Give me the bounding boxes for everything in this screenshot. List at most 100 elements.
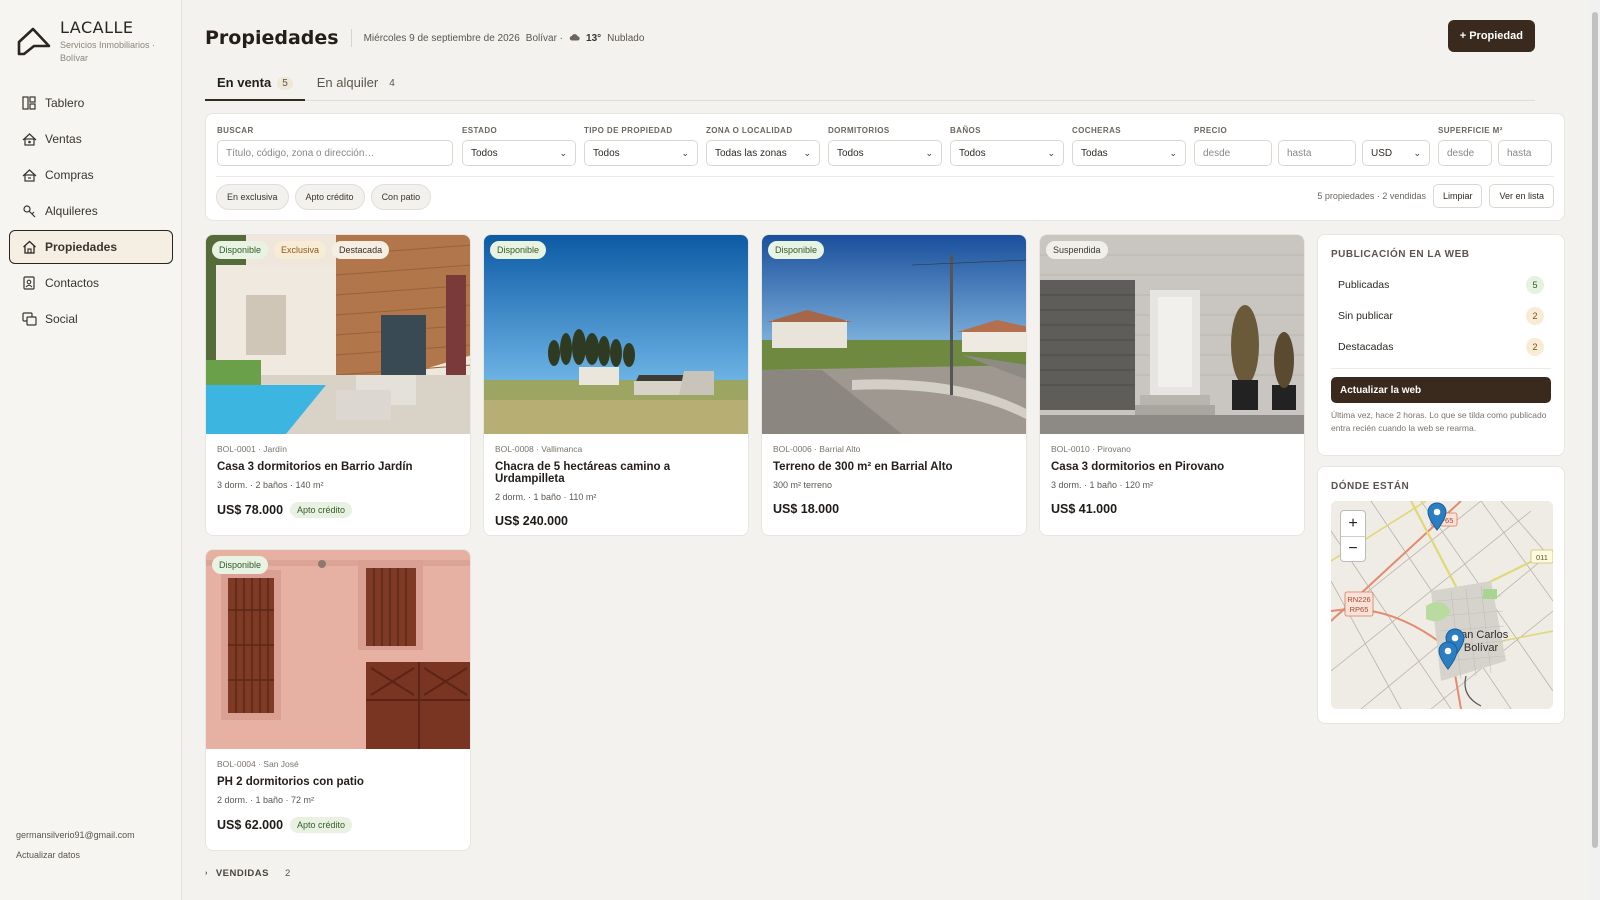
precio-label: PRECIO [1194, 126, 1228, 135]
chip-en-exclusiva[interactable]: En exclusiva [216, 184, 289, 210]
card-body: BOL-0001 · Jardín Casa 3 dormitorios en … [206, 434, 470, 528]
tab-label: En alquiler [316, 75, 379, 90]
banos-value: Todos [959, 147, 986, 159]
chevron-down-icon: ⌄ [681, 147, 689, 158]
property-photo: Disponible [206, 550, 470, 749]
tab-count: 5 [277, 77, 293, 90]
property-card[interactable]: Suspendida BOL-0010 · Pirovano Casa 3 do… [1039, 234, 1305, 536]
tipo-select[interactable]: Todos ⌄ [584, 140, 698, 166]
update-web-button[interactable]: Actualizar la web [1331, 377, 1551, 403]
page-title: Propiedades [205, 27, 339, 49]
update-data-link[interactable]: Actualizar datos [16, 850, 135, 860]
sidebar: LACALLE Servicios Inmobiliarios · Bolíva… [0, 0, 182, 900]
tab-en-venta[interactable]: En venta 5 [205, 70, 305, 101]
area-from-input[interactable]: desde [1438, 140, 1492, 166]
home-icon [21, 239, 37, 255]
chevron-down-icon: ⌄ [1047, 147, 1055, 158]
property-title: Chacra de 5 hectáreas camino a Urdampill… [495, 461, 671, 485]
weather: Nublado [607, 32, 645, 44]
row-label: Destacadas [1338, 340, 1394, 353]
sold-section-toggle[interactable]: › VENDIDAS 2 [205, 868, 291, 879]
zoom-out-button[interactable]: − [1341, 536, 1365, 561]
property-card[interactable]: Disponible BOL-0008 · Vallimanca Chacra … [483, 234, 749, 536]
property-price: US$ 78.000 [217, 503, 284, 517]
web-publication-panel: PUBLICACIÓN EN LA WEB Publicadas 5 Sin p… [1317, 234, 1565, 456]
divider [216, 176, 1554, 177]
property-specs: 300 m² terreno [773, 480, 833, 490]
zona-select[interactable]: Todas las zonas ⌄ [706, 140, 820, 166]
map-panel: DÓNDE ESTÁN RP65 [1317, 466, 1565, 724]
property-card[interactable]: Disponible BOL-0006 · Barrial Alto Terre… [761, 234, 1027, 536]
purchases-icon [21, 167, 37, 183]
chevron-down-icon: ⌄ [925, 147, 933, 158]
property-card[interactable]: Disponible Exclusiva Destacada BOL-0001 … [205, 234, 471, 536]
sidebar-item-label: Ventas [45, 132, 82, 146]
tipo-label: TIPO DE PROPIEDAD [584, 126, 673, 135]
chip-con-patio[interactable]: Con patio [370, 184, 432, 210]
map[interactable]: RP65 011 RN226 RP65 San Carlos Bolívar +… [1331, 501, 1553, 709]
scrollbar[interactable] [1590, 0, 1600, 900]
list-view-button[interactable]: Ver en lista [1489, 184, 1554, 208]
price-to-input[interactable]: hasta [1278, 140, 1356, 166]
sidebar-footer: germansilverio91@gmail.com Actualizar da… [16, 830, 135, 860]
published-row[interactable]: Publicadas 5 [1331, 269, 1551, 300]
temperature: 13° [586, 32, 602, 44]
sidebar-item-contactos[interactable]: Contactos [9, 266, 173, 300]
sidebar-item-label: Alquileres [45, 204, 98, 218]
count-badge: 2 [1526, 306, 1544, 325]
price-row: US$ 240.000 [495, 514, 737, 528]
cocheras-select[interactable]: Todas ⌄ [1072, 140, 1186, 166]
dormitorios-select[interactable]: Todos ⌄ [828, 140, 942, 166]
currency-select[interactable]: USD ⌄ [1362, 140, 1430, 166]
credit-badge: Apto crédito [290, 817, 353, 833]
cocheras-label: COCHERAS [1072, 126, 1121, 135]
brand[interactable]: LACALLE Servicios Inmobiliarios · Bolíva… [16, 18, 156, 65]
zoom-in-button[interactable]: + [1341, 511, 1365, 536]
badge-group: Disponible [212, 556, 269, 574]
logo-icon [17, 27, 51, 56]
area-to-input[interactable]: hasta [1498, 140, 1552, 166]
sidebar-item-compras[interactable]: Compras [9, 158, 173, 192]
current-date: Miércoles 9 de septiembre de 2026 [363, 32, 520, 44]
sidebar-item-tablero[interactable]: Tablero [9, 86, 173, 120]
add-property-button[interactable]: + Propiedad [1447, 20, 1535, 52]
status-badge: Suspendida [1046, 241, 1108, 259]
sidebar-item-label: Compras [45, 168, 94, 182]
estado-select[interactable]: Todos ⌄ [462, 140, 576, 166]
tab-en-alquiler[interactable]: En alquiler 4 [305, 70, 412, 101]
property-card[interactable]: Disponible BOL-0004 · San José PH 2 dorm… [205, 549, 471, 851]
price-row: US$ 78.000 Apto crédito [217, 502, 459, 518]
unpublished-row[interactable]: Sin publicar 2 [1331, 300, 1551, 331]
sidebar-item-social[interactable]: Social [9, 302, 173, 336]
property-title: Casa 3 dormitorios en Pirovano [1051, 461, 1225, 473]
chip-apto-credito[interactable]: Apto crédito [294, 184, 365, 210]
status-badge: Disponible [490, 241, 547, 259]
banos-label: BAÑOS [950, 126, 981, 135]
count-badge: 2 [1526, 337, 1544, 356]
price-row: US$ 18.000 [773, 502, 1015, 516]
panel-title: PUBLICACIÓN EN LA WEB [1331, 249, 1470, 260]
scrollbar-thumb[interactable] [1592, 12, 1598, 848]
exclusive-badge: Exclusiva [274, 241, 327, 259]
banos-select[interactable]: Todos ⌄ [950, 140, 1064, 166]
sidebar-item-alquileres[interactable]: Alquileres [9, 194, 173, 228]
credit-badge: Apto crédito [290, 502, 353, 518]
estado-group: ESTADO Todos ⌄ [462, 126, 576, 166]
price-from-input[interactable]: desde [1194, 140, 1272, 166]
sidebar-item-propiedades[interactable]: Propiedades [9, 230, 173, 264]
contacts-icon [21, 275, 37, 291]
brand-subtitle: Servicios Inmobiliarios · Bolívar [60, 40, 156, 63]
featured-row[interactable]: Destacadas 2 [1331, 331, 1551, 362]
dormitorios-group: DORMITORIOS Todos ⌄ [828, 126, 942, 166]
card-body: BOL-0004 · San José PH 2 dormitorios con… [206, 749, 470, 843]
user-email: germansilverio91@gmail.com [16, 830, 135, 840]
clear-button[interactable]: Limpiar [1432, 184, 1483, 208]
property-photo: Disponible [762, 235, 1026, 434]
location: Bolívar · [525, 32, 564, 44]
search-input[interactable]: Título, código, zona o dirección… [217, 140, 453, 166]
card-body: BOL-0008 · Vallimanca Chacra de 5 hectár… [484, 434, 748, 535]
sidebar-item-ventas[interactable]: Ventas [9, 122, 173, 156]
property-photo: Disponible [484, 235, 748, 434]
sidebar-item-label: Propiedades [45, 240, 118, 254]
property-specs: 2 dorm. · 1 baño · 110 m² [495, 492, 597, 502]
